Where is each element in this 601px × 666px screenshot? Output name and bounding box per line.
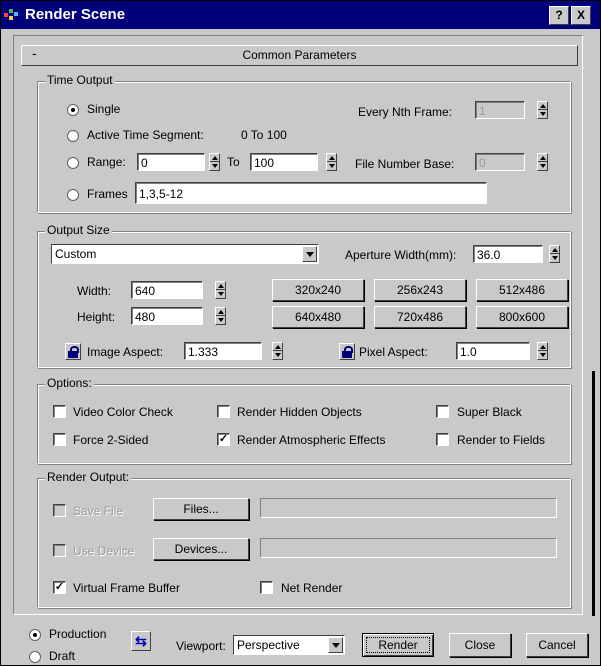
render-atmospheric-effects-checkbox[interactable]: ✓ bbox=[217, 433, 230, 446]
render-to-fields-checkbox[interactable] bbox=[436, 433, 449, 446]
pixel-aspect-lock-icon[interactable] bbox=[339, 343, 355, 360]
virtual-frame-buffer-checkbox[interactable]: ✓ bbox=[53, 581, 66, 594]
net-render-label: Net Render bbox=[281, 581, 343, 595]
files-button[interactable]: Files... bbox=[153, 498, 249, 520]
window-title: Render Scene bbox=[25, 6, 126, 23]
range-from-spinner[interactable] bbox=[209, 153, 220, 171]
range-to-spinner[interactable] bbox=[326, 153, 337, 171]
close-button[interactable]: Close bbox=[449, 633, 511, 657]
radio-draft[interactable] bbox=[29, 651, 41, 663]
render-scene-dialog: Render Scene ? X - Common Parameters Tim… bbox=[0, 0, 601, 666]
viewport-value: Perspective bbox=[237, 638, 300, 652]
width-spinner[interactable] bbox=[215, 281, 226, 299]
options-group bbox=[37, 384, 571, 464]
radio-production[interactable] bbox=[29, 629, 41, 641]
render-button-label: Render bbox=[378, 638, 418, 652]
options-label: Options: bbox=[45, 376, 94, 390]
video-color-check-checkbox[interactable] bbox=[53, 405, 66, 418]
file-number-base-spinner[interactable] bbox=[537, 153, 548, 171]
force-2-sided-label: Force 2-Sided bbox=[73, 433, 149, 447]
app-icon bbox=[4, 9, 18, 20]
use-device-label: Use Device bbox=[73, 544, 135, 558]
pixel-aspect-label: Pixel Aspect: bbox=[359, 345, 428, 359]
active-time-segment-label: Active Time Segment: bbox=[87, 128, 204, 142]
pixel-aspect-spinner[interactable] bbox=[537, 342, 548, 360]
every-nth-frame-spinner[interactable] bbox=[537, 101, 548, 119]
draft-label: Draft bbox=[49, 649, 76, 663]
output-size-label: Output Size bbox=[45, 223, 112, 237]
aperture-width-label: Aperture Width(mm): bbox=[345, 248, 457, 262]
output-size-preset-dropdown[interactable]: Custom bbox=[51, 244, 319, 264]
height-spinner[interactable] bbox=[215, 307, 226, 325]
image-aspect-spinner[interactable] bbox=[272, 342, 283, 360]
output-device-path bbox=[260, 538, 557, 558]
devices-button[interactable]: Devices... bbox=[153, 538, 249, 560]
production-label: Production bbox=[49, 627, 107, 641]
range-label: Range: bbox=[87, 155, 126, 169]
virtual-frame-buffer-label: Virtual Frame Buffer bbox=[73, 581, 180, 595]
range-from-field[interactable]: 0 bbox=[137, 153, 205, 171]
radio-range[interactable] bbox=[67, 157, 79, 169]
save-file-label: Save File bbox=[73, 504, 124, 518]
chevron-down-icon bbox=[328, 637, 343, 653]
viewport-dropdown[interactable]: Perspective bbox=[233, 635, 345, 655]
file-number-base-label: File Number Base: bbox=[355, 157, 455, 171]
aperture-width-field[interactable]: 36.0 bbox=[473, 245, 543, 263]
single-label: Single bbox=[87, 102, 121, 116]
render-hidden-objects-label: Render Hidden Objects bbox=[237, 405, 362, 419]
time-output-label: Time Output bbox=[45, 73, 115, 87]
common-parameters-rollout-header[interactable]: - Common Parameters bbox=[21, 45, 578, 66]
preset-320x240-button[interactable]: 320x240 bbox=[272, 279, 364, 301]
aperture-width-spinner[interactable] bbox=[549, 245, 560, 263]
render-atmospheric-effects-label: Render Atmospheric Effects bbox=[237, 433, 386, 447]
every-nth-frame-label: Every Nth Frame: bbox=[358, 105, 453, 119]
radio-active-time-segment[interactable] bbox=[67, 130, 79, 142]
super-black-label: Super Black bbox=[457, 405, 522, 419]
rollout-scrollbar[interactable] bbox=[592, 371, 595, 616]
pixel-aspect-field[interactable]: 1.0 bbox=[456, 342, 530, 360]
save-file-checkbox[interactable] bbox=[53, 504, 66, 517]
preset-720x486-button[interactable]: 720x486 bbox=[374, 306, 466, 328]
preset-640x480-button[interactable]: 640x480 bbox=[272, 306, 364, 328]
active-time-range: 0 To 100 bbox=[241, 128, 287, 142]
image-aspect-field[interactable]: 1.333 bbox=[184, 342, 262, 360]
title-bar[interactable]: Render Scene ? X bbox=[1, 1, 600, 29]
use-device-checkbox[interactable] bbox=[53, 544, 66, 557]
super-black-checkbox[interactable] bbox=[436, 405, 449, 418]
frames-field[interactable]: 1,3,5-12 bbox=[135, 182, 487, 204]
image-aspect-lock-icon[interactable] bbox=[65, 343, 81, 360]
render-button[interactable]: Render bbox=[362, 633, 434, 657]
preset-256x243-button[interactable]: 256x243 bbox=[374, 279, 466, 301]
swap-icon[interactable]: ⇆ bbox=[131, 631, 151, 651]
height-field[interactable]: 480 bbox=[131, 307, 203, 325]
close-window-button[interactable]: X bbox=[571, 6, 591, 25]
preset-800x600-button[interactable]: 800x600 bbox=[476, 306, 568, 328]
range-to-field[interactable]: 100 bbox=[250, 153, 318, 171]
cancel-button[interactable]: Cancel bbox=[526, 633, 588, 657]
radio-single[interactable] bbox=[67, 104, 79, 116]
output-file-path bbox=[260, 498, 557, 518]
radio-frames[interactable] bbox=[67, 189, 79, 201]
force-2-sided-checkbox[interactable] bbox=[53, 433, 66, 446]
video-color-check-label: Video Color Check bbox=[73, 405, 173, 419]
render-to-fields-label: Render to Fields bbox=[457, 433, 546, 447]
rollout-title: Common Parameters bbox=[242, 48, 357, 62]
file-number-base-field[interactable]: 0 bbox=[475, 153, 525, 171]
height-label: Height: bbox=[77, 310, 116, 324]
preset-512x486-button[interactable]: 512x486 bbox=[476, 279, 568, 301]
viewport-label: Viewport: bbox=[176, 639, 226, 653]
image-aspect-label: Image Aspect: bbox=[87, 345, 164, 359]
range-to-label: To bbox=[227, 155, 240, 169]
render-output-label: Render Output: bbox=[45, 470, 132, 484]
chevron-down-icon bbox=[302, 246, 317, 262]
render-hidden-objects-checkbox[interactable] bbox=[217, 405, 230, 418]
output-size-preset-value: Custom bbox=[55, 247, 97, 261]
frames-label: Frames bbox=[87, 187, 128, 201]
every-nth-frame-field[interactable]: 1 bbox=[475, 101, 525, 119]
help-button[interactable]: ? bbox=[549, 6, 569, 25]
net-render-checkbox[interactable] bbox=[260, 581, 273, 594]
width-label: Width: bbox=[77, 284, 112, 298]
width-field[interactable]: 640 bbox=[131, 281, 203, 299]
